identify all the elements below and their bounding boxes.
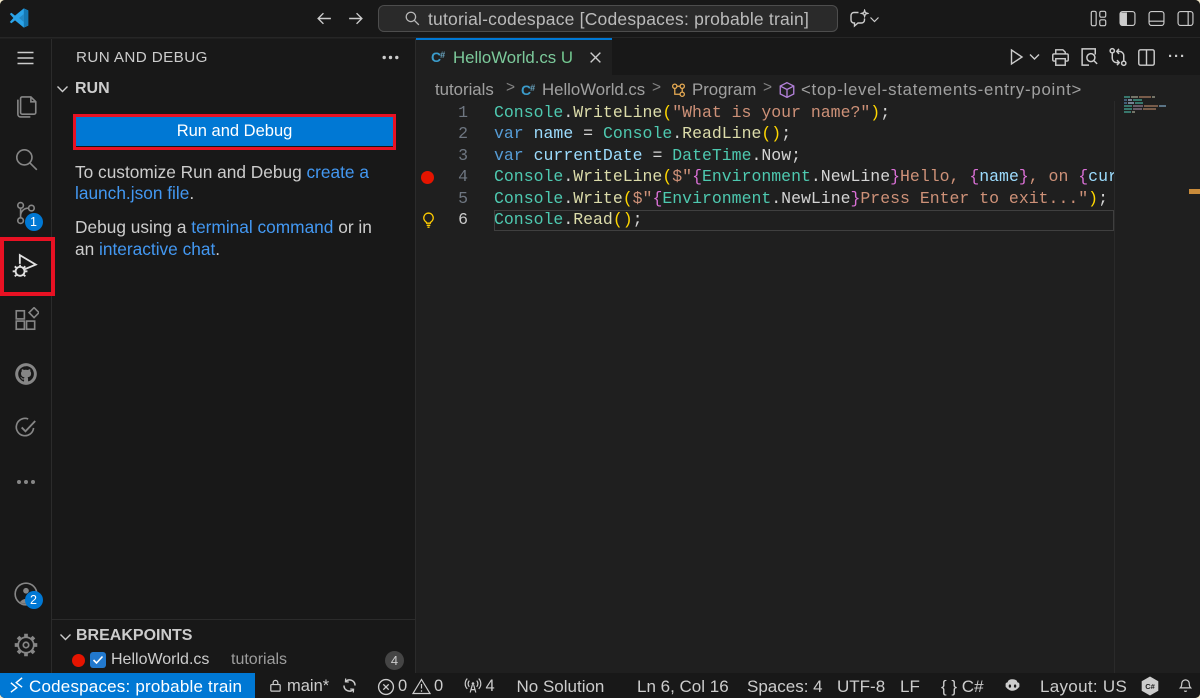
svg-text:C#: C#	[1145, 682, 1155, 691]
